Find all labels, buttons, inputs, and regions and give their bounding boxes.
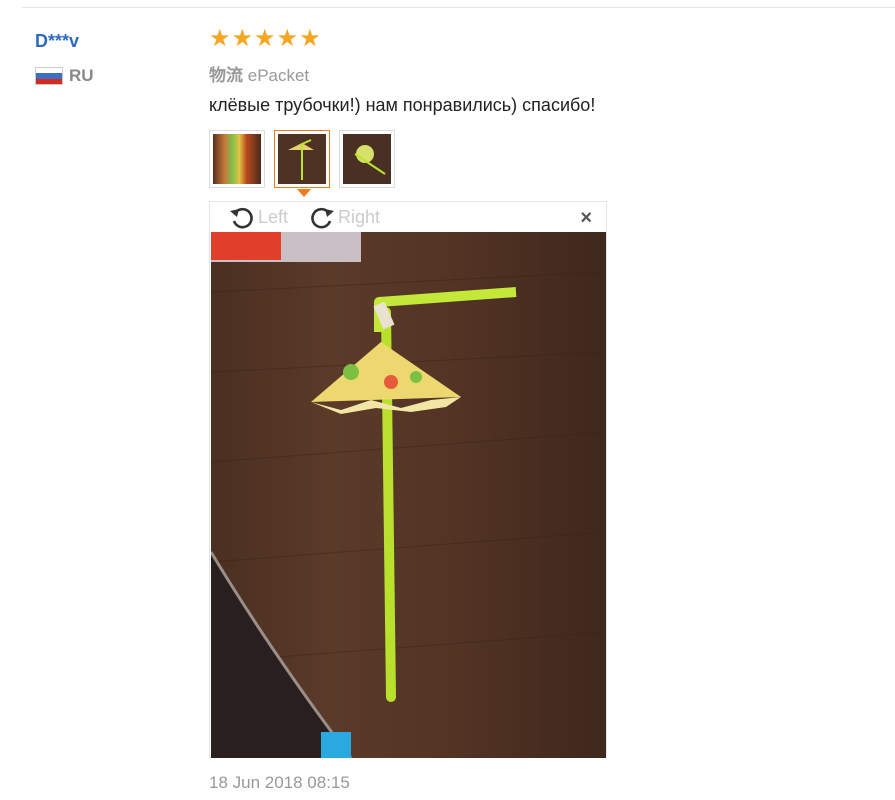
thumbnail-2-active[interactable] — [274, 130, 330, 188]
close-viewer-button[interactable]: × — [580, 207, 592, 230]
star-icon: ★ — [299, 25, 321, 52]
photo-viewer: Left Right × — [209, 201, 607, 758]
thumbnail-image — [343, 134, 391, 184]
shipping-method: ePacket — [247, 66, 310, 85]
star-rating: ★ ★ ★ ★ ★ — [209, 27, 322, 51]
shipping-label: 物流 — [209, 66, 243, 85]
shipping-info: 物流 ePacket — [209, 61, 309, 86]
star-icon: ★ — [276, 25, 299, 52]
active-thumbnail-caret — [297, 189, 311, 197]
review-date: 18 Jun 2018 08:15 — [209, 773, 350, 792]
reviewer-country: RU — [35, 66, 94, 86]
thumbnail-3[interactable] — [339, 130, 395, 188]
thumbnail-image — [278, 134, 326, 184]
star-icon: ★ — [209, 25, 231, 52]
photo-thumbnails — [209, 130, 404, 188]
rotate-left-icon — [230, 207, 253, 229]
thumbnail-1[interactable] — [209, 130, 265, 188]
rotate-left-button[interactable]: Left — [228, 205, 288, 229]
viewer-toolbar: Left Right × — [210, 202, 606, 232]
rotate-right-button[interactable]: Right — [308, 205, 380, 229]
russia-flag-icon — [35, 67, 63, 85]
review-text: клёвые трубочки!) нам понравились) спаси… — [209, 95, 596, 115]
review-photo — [211, 232, 606, 758]
rotate-right-icon — [311, 207, 335, 229]
star-icon: ★ — [254, 25, 276, 52]
rotate-left-label: Left — [258, 206, 289, 227]
divider — [22, 7, 895, 8]
country-code: RU — [69, 66, 94, 85]
rotate-right-label: Right — [338, 206, 381, 227]
star-icon: ★ — [231, 25, 254, 52]
reviewer-name[interactable]: D***v — [35, 31, 79, 52]
thumbnail-image — [213, 134, 261, 184]
